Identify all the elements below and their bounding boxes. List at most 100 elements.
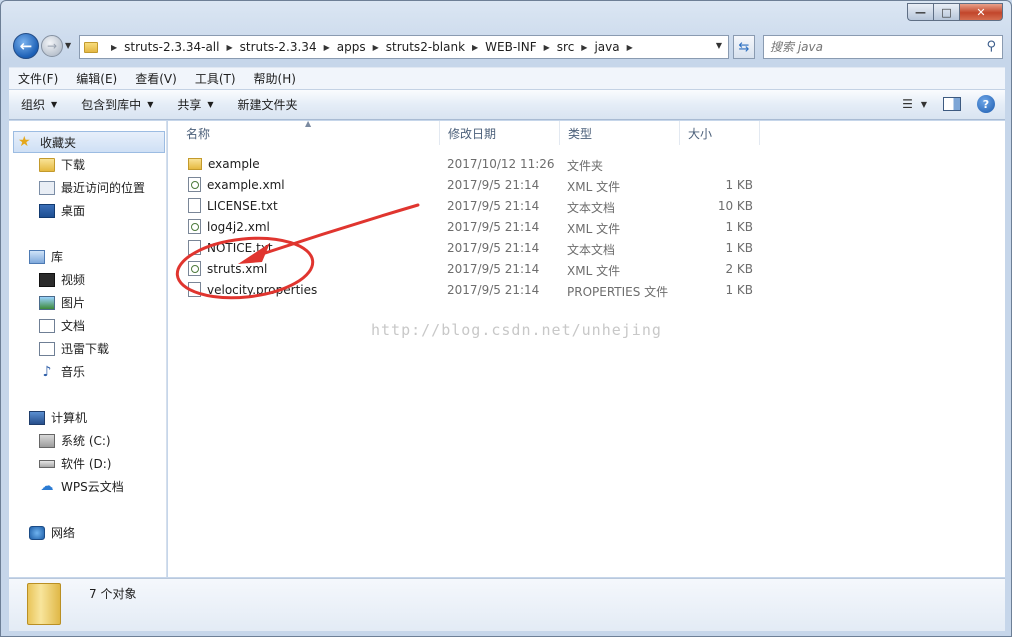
nav-drive-c[interactable]: 系统 (C:) [39,432,111,449]
nav-network[interactable]: 网络 [29,524,75,541]
minimize-button[interactable]: — [907,3,933,21]
organize-button[interactable]: 组织 ▼ [9,96,69,113]
chevron-right-icon[interactable]: ▶ [627,43,633,52]
nav-music[interactable]: ♪ 音乐 [39,363,85,380]
menu-file[interactable]: 文件(F) [9,70,67,87]
recent-pages-dropdown[interactable]: ▼ [65,41,71,50]
arrow-left-icon: ← [19,37,33,55]
breadcrumb-item[interactable]: src [557,40,575,54]
file-type: 文本文档 [567,243,616,257]
nav-computer[interactable]: 计算机 [29,409,87,426]
file-name: NOTICE.txt [207,241,273,255]
file-name: velocity.properties [207,283,318,297]
hard-drive-icon [39,459,55,468]
nav-videos[interactable]: 视频 [39,271,85,288]
nav-downloads[interactable]: 下载 [39,156,85,173]
search-input[interactable] [770,40,970,54]
share-button[interactable]: 共享 ▼ [165,96,225,113]
change-view-button[interactable]: ☰ ▼ [902,97,927,111]
preview-pane-button[interactable] [943,97,961,111]
nav-label: 视频 [61,273,86,287]
breadcrumb-item[interactable]: struts-2.3.34 [240,40,317,54]
desktop-icon [39,203,55,218]
explorer-window: — □ ✕ ← → ▼ ▶ struts-2.3.34-all ▶ struts… [0,0,1012,637]
breadcrumb-item[interactable]: WEB-INF [485,40,536,54]
file-row[interactable]: example 2017/10/12 11:26 文件夹 [168,154,1005,175]
navigation-pane: ★ 收藏夹 下载 最近访问的位置 桌面 库 视频 图片 文档 迅雷下载 ♪ 音乐… [9,121,167,577]
properties-file-icon [188,282,201,297]
search-icon[interactable]: ⚲ [986,39,996,54]
xml-file-icon [188,219,201,234]
forward-button[interactable]: → [41,35,63,57]
file-row[interactable]: log4j2.xml 2017/9/5 21:14 XML 文件 1 KB [168,217,1005,238]
chevron-right-icon[interactable]: ▶ [226,43,232,52]
file-row[interactable]: NOTICE.txt 2017/9/5 21:14 文本文档 1 KB [168,238,1005,259]
chevron-right-icon[interactable]: ▶ [581,43,587,52]
close-button[interactable]: ✕ [959,3,1003,21]
nav-label: 图片 [61,296,86,310]
nav-documents[interactable]: 文档 [39,317,85,334]
file-type: 文本文档 [567,201,616,215]
menu-help[interactable]: 帮助(H) [245,70,305,87]
nav-drive-d[interactable]: 软件 (D:) [39,455,111,472]
nav-label: 桌面 [61,204,86,218]
nav-recent-places[interactable]: 最近访问的位置 [39,179,145,196]
column-header-size[interactable]: 大小 [680,121,760,145]
search-box[interactable]: ⚲ [763,35,1003,59]
file-date: 2017/9/5 21:14 [447,220,540,234]
include-in-library-button[interactable]: 包含到库中 ▼ [69,96,165,113]
column-header-type[interactable]: 类型 [560,121,680,145]
file-row[interactable]: LICENSE.txt 2017/9/5 21:14 文本文档 10 KB [168,196,1005,217]
recent-places-icon [39,180,55,195]
file-date: 2017/9/5 21:14 [447,241,540,255]
nav-label: 网络 [51,526,76,540]
breadcrumb-item[interactable]: java [594,40,619,54]
nav-favorites[interactable]: ★ 收藏夹 [13,131,165,153]
chevron-right-icon[interactable]: ▶ [373,43,379,52]
file-type: 文件夹 [567,159,604,173]
chevron-right-icon[interactable]: ▶ [111,43,117,52]
nav-label: 系统 (C:) [61,434,111,448]
maximize-button[interactable]: □ [933,3,959,21]
refresh-button[interactable]: ⇆ [733,35,755,59]
breadcrumb-item[interactable]: struts-2.3.34-all [124,40,219,54]
nav-xunlei-downloads[interactable]: 迅雷下载 [39,340,109,357]
column-header-name[interactable]: 名称 [178,121,440,145]
file-row[interactable]: velocity.properties 2017/9/5 21:14 PROPE… [168,280,1005,301]
file-type: XML 文件 [567,180,621,194]
folder-icon [39,157,55,172]
help-button[interactable]: ? [977,95,995,113]
back-button[interactable]: ← [13,33,39,59]
file-type: XML 文件 [567,222,621,236]
breadcrumb-item[interactable]: apps [337,40,366,54]
computer-icon [29,410,45,425]
address-bar[interactable]: ▶ struts-2.3.34-all ▶ struts-2.3.34 ▶ ap… [79,35,729,59]
new-folder-button[interactable]: 新建文件夹 [226,96,310,113]
text-file-icon [188,240,201,255]
star-icon: ★ [18,134,31,150]
help-icon: ? [982,97,990,111]
nav-desktop[interactable]: 桌面 [39,202,85,219]
file-row[interactable]: example.xml 2017/9/5 21:14 XML 文件 1 KB [168,175,1005,196]
menu-edit[interactable]: 编辑(E) [67,70,126,87]
chevron-right-icon[interactable]: ▶ [472,43,478,52]
picture-icon [39,295,55,310]
nav-libraries[interactable]: 库 [29,248,63,265]
menu-tools[interactable]: 工具(T) [186,70,245,87]
nav-wps-cloud[interactable]: ☁ WPS云文档 [39,478,124,495]
column-header-date[interactable]: 修改日期 [440,121,560,145]
folder-icon [84,41,98,53]
file-row[interactable]: struts.xml 2017/9/5 21:14 XML 文件 2 KB [168,259,1005,280]
nav-pictures[interactable]: 图片 [39,294,85,311]
chevron-right-icon[interactable]: ▶ [544,43,550,52]
document-icon [39,318,55,333]
nav-label: WPS云文档 [61,480,124,494]
chevron-down-icon: ▼ [207,100,214,109]
menu-view[interactable]: 查看(V) [126,70,186,87]
breadcrumb-item[interactable]: struts2-blank [386,40,465,54]
chevron-right-icon[interactable]: ▶ [324,43,330,52]
item-count: 7 个对象 [89,587,137,601]
chevron-down-icon[interactable]: ▼ [716,41,722,50]
watermark-text: http://blog.csdn.net/unhejing [371,321,662,339]
nav-label: 音乐 [61,365,86,379]
